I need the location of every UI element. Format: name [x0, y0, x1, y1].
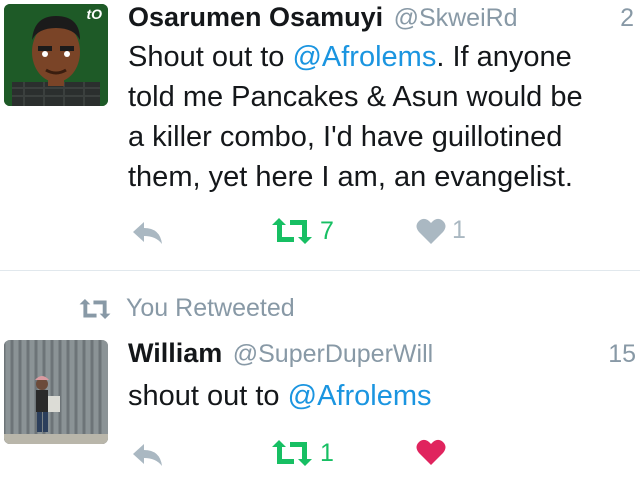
like-button[interactable]: 1: [416, 216, 466, 245]
tweet-text-line: Shout out to @Afrolems. If anyone: [128, 37, 638, 77]
text-segment: shout out to: [128, 380, 288, 412]
tweet-timestamp[interactable]: 15: [608, 340, 636, 369]
text-segment: . If anyone: [436, 41, 572, 73]
user-handle[interactable]: @SuperDuperWill: [233, 340, 433, 368]
tweet-timestamp[interactable]: 2: [620, 4, 634, 33]
tweet-text-line: a killer combo, I'd have guillotined: [128, 121, 563, 153]
tweet-header: William @SuperDuperWill: [128, 338, 433, 369]
tweet-text: Shout out to @Afrolems. If anyone told m…: [128, 37, 638, 197]
mention-link[interactable]: @Afrolems: [292, 41, 436, 73]
avatar-osarumen[interactable]: tO: [4, 4, 108, 106]
retweet-icon: [272, 440, 312, 466]
heart-outline-icon: [416, 218, 446, 244]
reply-button[interactable]: [130, 218, 166, 246]
tweet-divider: [0, 270, 640, 271]
reply-button[interactable]: [130, 440, 166, 468]
tweet-text-line: told me Pancakes & Asun would be: [128, 81, 583, 113]
retweet-context: You Retweeted: [78, 294, 295, 323]
retweet-button[interactable]: 7: [270, 216, 334, 246]
tweet-text: shout out to @Afrolems: [128, 376, 638, 416]
retweeted-icon: [79, 298, 111, 319]
avatar-william[interactable]: [4, 340, 108, 444]
retweeted-label: You Retweeted: [126, 294, 295, 322]
mention-link[interactable]: @Afrolems: [288, 380, 432, 412]
display-name[interactable]: William: [128, 338, 222, 368]
user-handle[interactable]: @SkweiRd: [394, 4, 518, 32]
retweet-count: 7: [320, 216, 334, 245]
retweet-button[interactable]: 1: [270, 438, 334, 468]
like-button[interactable]: [416, 438, 446, 466]
retweet-icon: [272, 218, 312, 244]
display-name[interactable]: Osarumen Osamuyi: [128, 2, 383, 32]
reply-icon: [133, 222, 162, 244]
avatar-photo: [4, 340, 108, 444]
text-segment: Shout out to: [128, 41, 293, 73]
avatar-badge-text: tO: [86, 6, 102, 22]
reply-icon: [133, 444, 162, 466]
tweet-text-line: them, yet here I am, an evangelist.: [128, 161, 573, 193]
tweet-header: Osarumen Osamuyi @SkweiRd: [128, 2, 518, 33]
heart-filled-icon: [416, 439, 446, 465]
like-count: 1: [452, 216, 466, 244]
retweet-count: 1: [320, 438, 334, 467]
